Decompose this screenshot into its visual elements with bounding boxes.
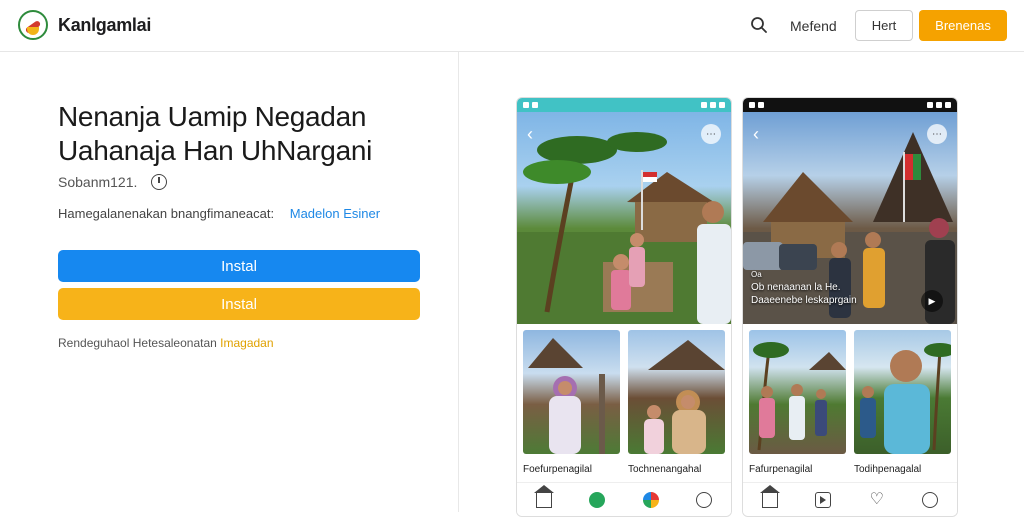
tile-grid: Fafurpenagilal Todihpenagalal — [743, 324, 957, 475]
tab-bar — [517, 482, 731, 516]
caption-line-2: Ob nenaanan la He. — [751, 282, 841, 293]
title-line-1: Nenanja Uamip Negadan — [58, 101, 367, 132]
login-button[interactable]: Hert — [855, 10, 913, 41]
tile[interactable]: Tochnenangahal — [628, 330, 725, 475]
status-bar — [743, 98, 957, 112]
top-bar: Kanlgamlai Mefend Hert Brenenas — [0, 0, 1024, 52]
foot-note: Rendeguhaol Hetesaleonatan Imagadan — [58, 336, 274, 350]
heart-icon[interactable]: ♡ — [869, 491, 885, 508]
clock-icon — [151, 174, 168, 190]
battery-icon — [945, 102, 951, 108]
tile-grid: Foefurpenagilal Tochnenangahal — [517, 324, 731, 475]
title-line-2: Uahanaja Han UhNargani — [58, 135, 373, 166]
description-link[interactable]: Madelon Esiner — [290, 206, 380, 221]
wifi-icon — [927, 102, 933, 108]
brand-name[interactable]: Kanlgamlai — [58, 15, 151, 36]
play-icon[interactable]: ▶ — [921, 290, 943, 312]
profile-icon[interactable] — [922, 491, 939, 508]
install-primary-button[interactable]: Instal — [58, 250, 420, 282]
video-icon[interactable] — [815, 491, 832, 508]
meta-text: Sobanm121. — [58, 174, 138, 190]
signal-icon — [710, 102, 716, 108]
description: Hamegalanenakan bnangfimaneacat: Madelon… — [58, 206, 380, 221]
tile[interactable]: Foefurpenagilal — [523, 330, 620, 475]
tile-photo — [753, 342, 846, 451]
tile-image — [854, 330, 951, 454]
color-wheel-icon[interactable] — [642, 491, 659, 508]
signal-icon — [936, 102, 942, 108]
more-icon[interactable]: ⋯ — [927, 124, 947, 144]
tile-photo — [860, 343, 951, 454]
status-dot-icon[interactable] — [589, 491, 606, 508]
tile-photo — [644, 340, 725, 454]
status-bar — [517, 98, 731, 112]
tile-label: Fafurpenagilal — [749, 464, 813, 475]
more-icon[interactable]: ⋯ — [701, 124, 721, 144]
tab-bar: ♡ — [743, 482, 957, 516]
tile-image — [628, 330, 725, 454]
wifi-icon — [701, 102, 707, 108]
tile-photo — [528, 338, 605, 454]
page-title: Nenanja Uamip Negadan Uahanaja Han UhNar… — [58, 100, 372, 168]
home-icon[interactable] — [759, 484, 780, 508]
foot-note-highlight[interactable]: Imagadan — [220, 336, 273, 350]
search-icon[interactable] — [750, 16, 768, 34]
section-divider — [458, 52, 459, 512]
tile-label: Foefurpenagilal — [523, 464, 592, 475]
phone-screenshot-2: ‹ ⋯ Oa Ob nenaanan la He. Daaeenebe lesk… — [742, 97, 958, 517]
cta-button[interactable]: Brenenas — [919, 10, 1007, 41]
tile-image — [523, 330, 620, 454]
caption-line-3: Daaeenebe leskaprgain — [751, 295, 857, 306]
profile-icon[interactable] — [696, 491, 713, 508]
tile-image — [749, 330, 846, 454]
status-icon — [523, 102, 529, 108]
logo-icon[interactable] — [18, 10, 48, 40]
hero-image: ‹ ⋯ — [517, 112, 731, 324]
meta-row: Sobanm121. — [58, 174, 168, 190]
hero-image: ‹ ⋯ Oa Ob nenaanan la He. Daaeenebe lesk… — [743, 112, 957, 324]
back-icon[interactable]: ‹ — [527, 124, 533, 145]
caption-line-1: Oa — [751, 270, 762, 279]
hero-caption: Oa Ob nenaanan la He. Daaeenebe leskaprg… — [751, 268, 857, 307]
battery-icon — [719, 102, 725, 108]
back-icon[interactable]: ‹ — [753, 124, 759, 145]
status-icon — [532, 102, 538, 108]
home-icon[interactable] — [533, 484, 554, 508]
foot-note-text: Rendeguhaol Hetesaleonatan — [58, 336, 217, 350]
tile[interactable]: Todihpenagalal — [854, 330, 951, 475]
status-icon — [758, 102, 764, 108]
tile-label: Tochnenangahal — [628, 464, 702, 475]
tile[interactable]: Fafurpenagilal — [749, 330, 846, 475]
status-icon — [749, 102, 755, 108]
village-scene-image — [517, 132, 731, 324]
description-text: Hamegalanenakan bnangfimaneacat: — [58, 206, 275, 221]
nav-link[interactable]: Mefend — [790, 18, 837, 34]
tile-label: Todihpenagalal — [854, 464, 922, 475]
install-secondary-button[interactable]: Instal — [58, 288, 420, 320]
phone-screenshot-1: ‹ ⋯ Foefurpenagilal Tochnenangahal — [516, 97, 732, 517]
